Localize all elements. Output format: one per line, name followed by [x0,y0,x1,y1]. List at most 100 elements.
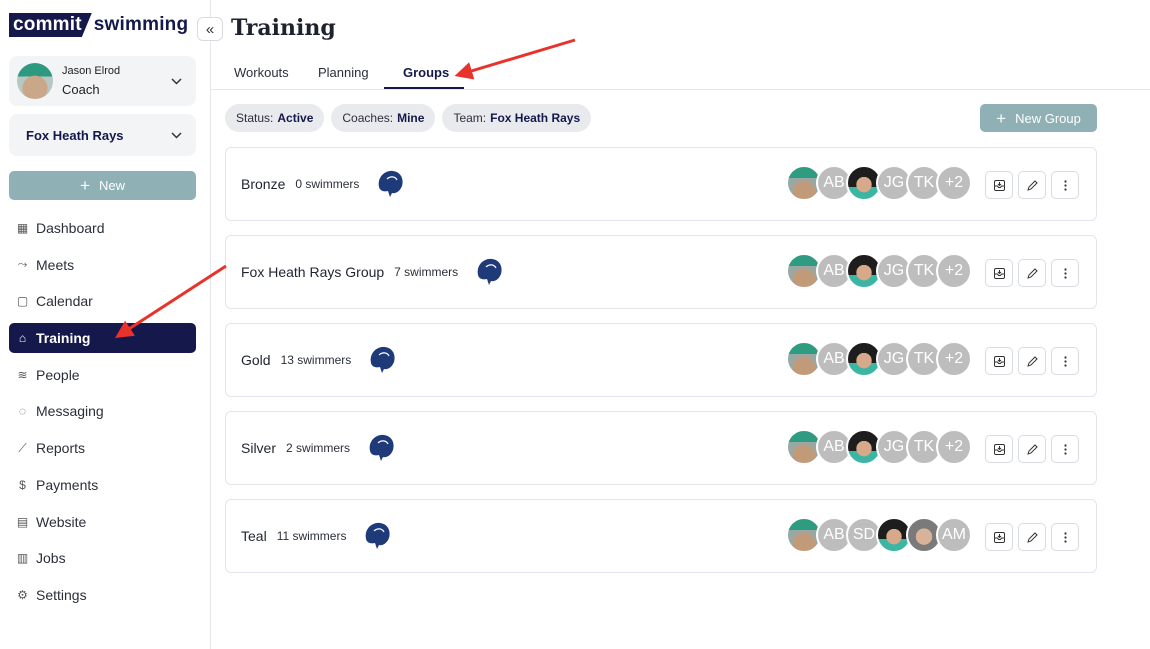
sidebar-item-label: Calendar [36,293,93,310]
filter-status-value: Active [277,111,314,125]
edit-button[interactable] [1018,259,1046,287]
archive-button[interactable] [985,171,1013,199]
sidebar-item-payments[interactable]: $ Payments [9,470,196,500]
tab-groups[interactable]: Groups [403,65,449,80]
filter-bar: Status: Active Coaches: Mine Team: Fox Heat… [225,104,592,132]
app-root: commit swimming Jason Elrod Coach Fox He… [0,0,1150,649]
new-button-label: New [98,178,125,193]
user-switcher[interactable]: Jason Elrod Coach [9,56,196,106]
group-coach-avatars: AB JG TK +2 [786,429,972,465]
group-actions [985,171,1079,199]
sidebar-item-training[interactable]: ⌂ Training [9,323,196,354]
logo-swimming: swimming [93,14,189,35]
sidebar-item-label: Settings [36,586,87,603]
group-name[interactable]: Silver [241,440,276,456]
archive-button[interactable] [985,435,1013,463]
avatar-overflow-count: +2 [936,165,972,201]
plus-icon: + [80,176,90,195]
sidebar-item-label: Dashboard [36,220,105,236]
group-actions [985,347,1079,375]
user-role: Coach [62,82,100,97]
sidebar-item-calendar[interactable]: ▢ Calendar [9,286,196,316]
avatar-overflow-count: +2 [936,341,972,377]
sidebar-nav: ▦ Dashboard ⤳ Meets ▢ Calendar ⌂ Training ≋ Peopl… [9,213,196,617]
avatar-overflow-count: +2 [936,253,972,289]
group-list: Bronze 0 swimmers AB JG TK +2 Fox Heath Rays G… [225,147,1097,587]
sidebar-item-jobs[interactable]: ▥ Jobs [9,543,196,573]
group-actions [985,259,1079,287]
edit-button[interactable] [1018,171,1046,199]
group-card[interactable]: Teal 11 swimmers AB SD AM [225,499,1097,573]
group-actions [985,523,1079,551]
filter-team-key: Team: [453,111,487,125]
group-swimmer-count: 0 swimmers [295,177,360,191]
sidebar-item-label: Website [36,513,87,530]
edit-button[interactable] [1018,435,1046,463]
chevron-down-icon [171,128,182,142]
tab-bar: Workouts Planning Groups [211,58,1150,90]
jobs-icon: ▥ [16,551,29,566]
filter-status[interactable]: Status: Active [225,104,325,132]
group-card[interactable]: Gold 13 swimmers AB JG TK +2 [225,323,1097,397]
group-coach-avatars: AB SD AM [786,517,972,553]
group-name[interactable]: Fox Heath Rays Group [241,264,384,280]
training-icon: ⌂ [18,331,27,346]
logo-commit: commit [9,13,92,37]
avatar-initials: AM [936,517,972,553]
group-coach-avatars: AB JG TK +2 [786,341,972,377]
team-switcher[interactable]: Fox Heath Rays [9,114,196,156]
sidebar-item-reports[interactable]: ⟋ Reports [9,433,196,463]
tab-planning[interactable]: Planning [318,65,369,80]
sidebar-item-dashboard[interactable]: ▦ Dashboard [9,213,196,243]
user-name: Jason Elrod [62,65,121,77]
group-card[interactable]: Fox Heath Rays Group 7 swimmers AB JG TK +2 [225,235,1097,309]
people-icon: ≋ [17,367,28,382]
team-helmet-icon [365,343,399,377]
group-name[interactable]: Teal [241,528,267,544]
sidebar-item-label: Payments [36,476,99,493]
sidebar-item-messaging[interactable]: ◌ Messaging [9,396,196,426]
filter-team-value: Fox Heath Rays [490,111,581,125]
archive-button[interactable] [985,259,1013,287]
group-name[interactable]: Gold [241,352,271,368]
user-info: Jason Elrod Coach [62,65,120,97]
tab-workouts[interactable]: Workouts [234,65,289,80]
filter-coaches-value: Mine [397,111,425,125]
collapse-sidebar-button[interactable]: « [197,17,223,41]
new-group-button[interactable]: + New Group [980,104,1097,132]
more-options-button[interactable] [1051,435,1079,463]
calendar-icon: ▢ [16,294,29,309]
team-helmet-icon [373,167,407,201]
group-name[interactable]: Bronze [241,176,285,192]
new-group-label: New Group [1015,110,1081,126]
sidebar-item-people[interactable]: ≋ People [9,360,196,390]
edit-button[interactable] [1018,523,1046,551]
filter-coaches[interactable]: Coaches: Mine [331,104,436,132]
avatar-overflow-count: +2 [936,429,972,465]
chevron-down-icon [171,74,182,88]
more-options-button[interactable] [1051,171,1079,199]
filter-status-key: Status: [236,111,274,125]
brand-logo[interactable]: commit swimming [9,13,188,37]
sidebar-item-website[interactable]: ▤ Website [9,507,196,537]
archive-button[interactable] [985,347,1013,375]
active-tab-indicator [384,87,464,89]
more-options-button[interactable] [1051,347,1079,375]
team-helmet-icon [472,255,506,289]
more-options-button[interactable] [1051,259,1079,287]
group-swimmer-count: 13 swimmers [280,353,352,367]
filter-team[interactable]: Team: Fox Heath Rays [442,104,592,132]
archive-button[interactable] [985,523,1013,551]
more-options-button[interactable] [1051,523,1079,551]
sidebar-item-label: Reports [36,440,86,457]
settings-icon: ⚙ [17,587,28,602]
group-card[interactable]: Silver 2 swimmers AB JG TK +2 [225,411,1097,485]
team-helmet-icon [364,431,398,465]
group-card[interactable]: Bronze 0 swimmers AB JG TK +2 [225,147,1097,221]
sidebar-item-label: Meets [36,256,75,273]
edit-button[interactable] [1018,347,1046,375]
sidebar-item-settings[interactable]: ⚙ Settings [9,580,196,610]
new-button[interactable]: + New [9,171,196,200]
sidebar-item-meets[interactable]: ⤳ Meets [9,250,196,280]
plus-icon: + [996,108,1007,128]
